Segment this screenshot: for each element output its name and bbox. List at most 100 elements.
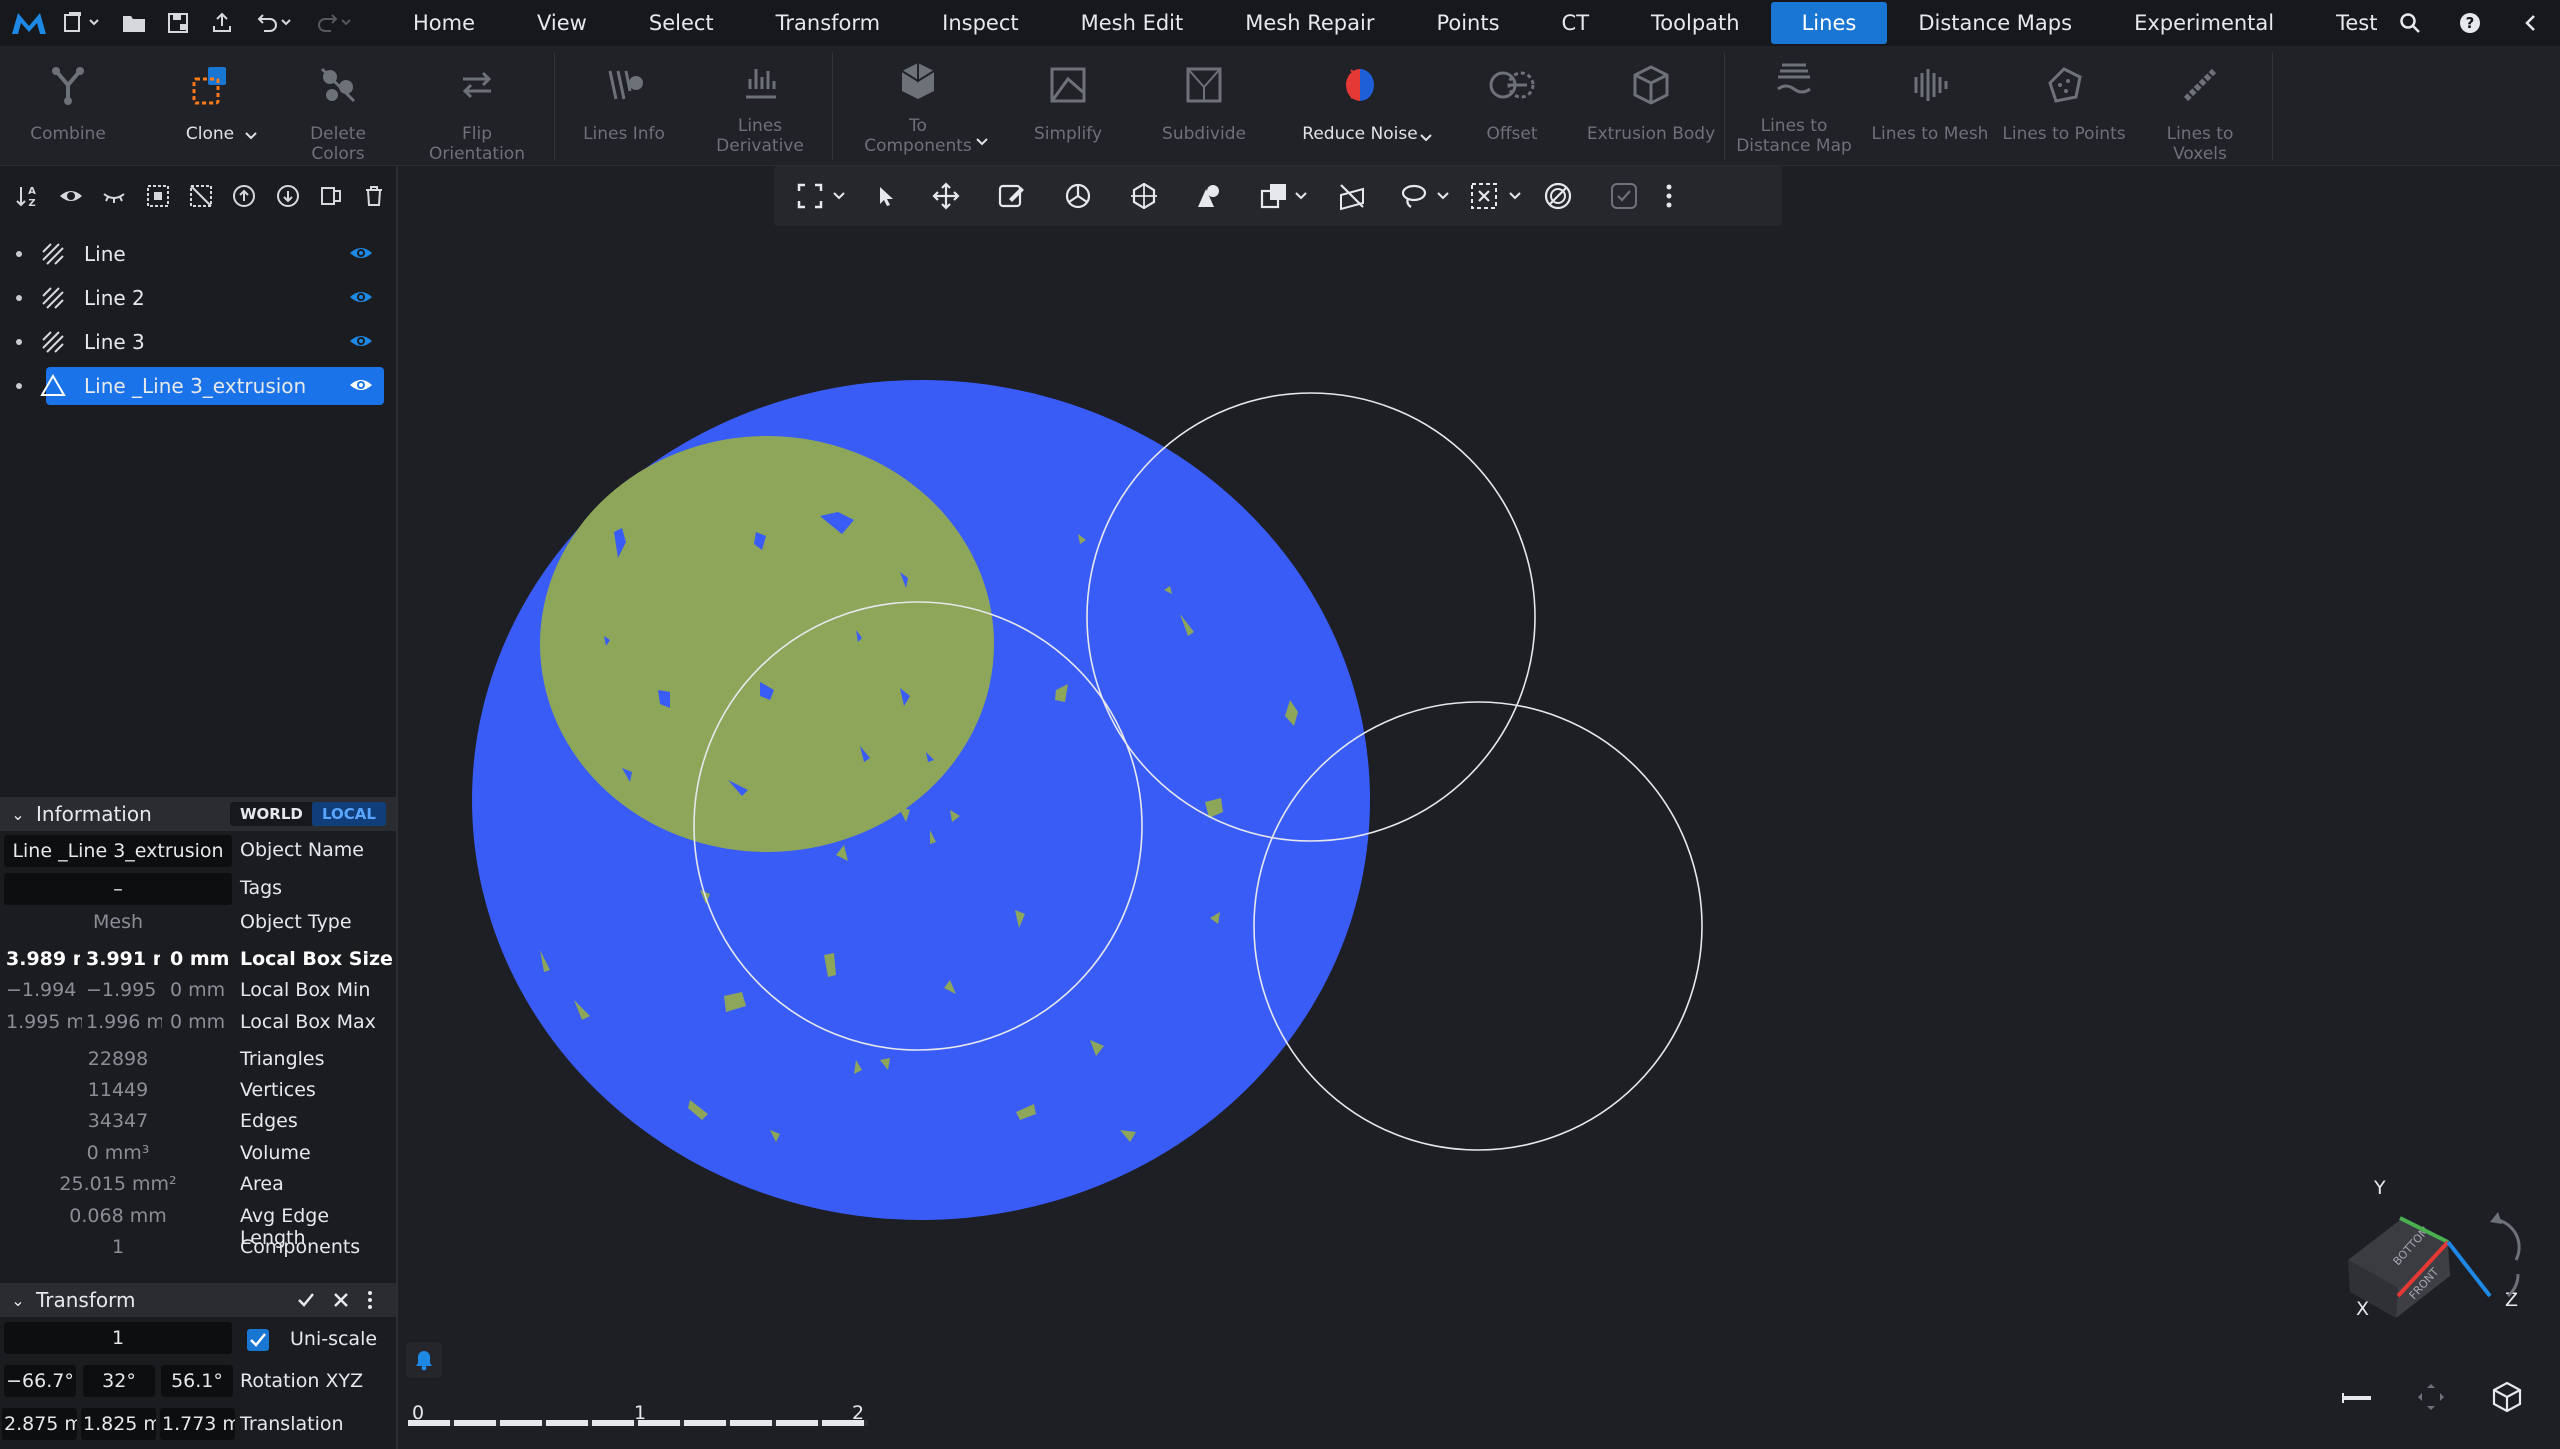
new-scene-icon[interactable] xyxy=(52,0,112,46)
reduce-noise-dropdown-icon[interactable] xyxy=(1418,130,1434,150)
box-deselect-dropdown-icon[interactable] xyxy=(1504,166,1526,226)
fit-selection-icon[interactable] xyxy=(2414,1380,2448,1414)
flip-orientation-button[interactable]: Flip Orientation xyxy=(412,46,542,166)
view-cube-icon[interactable] xyxy=(2490,1380,2524,1414)
move-down-icon[interactable] xyxy=(266,166,309,226)
simplify-button[interactable]: Simplify xyxy=(1018,46,1118,166)
open-folder-icon[interactable] xyxy=(112,0,156,46)
delete-trash-icon[interactable] xyxy=(353,166,396,226)
rotate-view-icon[interactable] xyxy=(1058,166,1098,226)
to-components-button[interactable]: To Components xyxy=(858,46,978,166)
scene-tree-item-line-line-3-extrusion[interactable]: Line _Line 3_extrusion xyxy=(0,364,396,408)
paint-selection-icon[interactable] xyxy=(992,166,1032,226)
scene-tree-item-line-3[interactable]: Line 3 xyxy=(0,320,396,364)
visibility-eye-icon[interactable] xyxy=(348,242,374,264)
extrusion-body-button[interactable]: Extrusion Body xyxy=(1586,46,1716,166)
world-toggle[interactable]: WORLD xyxy=(230,802,313,826)
menu-ct[interactable]: CT xyxy=(1531,0,1621,46)
box-deselect-icon[interactable] xyxy=(1464,166,1504,226)
menu-transform[interactable]: Transform xyxy=(745,0,911,46)
visibility-eye-icon[interactable] xyxy=(348,330,374,352)
menu-experimental[interactable]: Experimental xyxy=(2103,0,2305,46)
chevron-down-icon[interactable]: ⌄ xyxy=(0,805,36,824)
lines-info-button[interactable]: Lines Info xyxy=(574,46,674,166)
menu-home[interactable]: Home xyxy=(382,0,506,46)
show-all-eye-icon[interactable] xyxy=(49,166,92,226)
select-pointer-icon[interactable] xyxy=(868,166,904,226)
ruler-icon[interactable] xyxy=(2340,1388,2374,1408)
select-all-icon[interactable] xyxy=(136,166,179,226)
scene-tree-item-line-2[interactable]: Line 2 xyxy=(0,276,396,320)
fit-view-dropdown-icon[interactable] xyxy=(828,166,850,226)
clone-button[interactable]: Clone xyxy=(160,46,260,166)
projection-dropdown-icon[interactable] xyxy=(1290,166,1312,226)
translation-x-input[interactable]: 2.875 mm xyxy=(2,1408,77,1440)
menu-inspect[interactable]: Inspect xyxy=(911,0,1049,46)
menu-mesh-repair[interactable]: Mesh Repair xyxy=(1214,0,1405,46)
reduce-noise-button[interactable]: Reduce Noise xyxy=(1300,46,1420,166)
redo-icon[interactable] xyxy=(304,0,364,46)
orbit-view-icon[interactable] xyxy=(1124,166,1164,226)
menu-select[interactable]: Select xyxy=(618,0,745,46)
help-icon[interactable]: ? xyxy=(2440,0,2500,46)
search-icon[interactable] xyxy=(2380,0,2440,46)
deselect-all-icon[interactable] xyxy=(179,166,222,226)
lines-to-points-button[interactable]: Lines to Points xyxy=(2002,46,2126,166)
save-icon[interactable] xyxy=(156,0,200,46)
menu-view[interactable]: View xyxy=(506,0,618,46)
menu-points[interactable]: Points xyxy=(1405,0,1530,46)
uniscale-checkbox[interactable] xyxy=(246,1328,270,1352)
lines-derivative-button[interactable]: Lines Derivative xyxy=(710,46,810,166)
lines-to-mesh-button[interactable]: Lines to Mesh xyxy=(1870,46,1990,166)
app-logo-icon[interactable] xyxy=(6,0,52,46)
information-header[interactable]: ⌄ Information WORLD LOCAL xyxy=(0,797,396,831)
clone-dropdown-icon[interactable] xyxy=(243,128,259,148)
duplicate-icon[interactable] xyxy=(309,166,352,226)
reset-x-icon[interactable] xyxy=(332,1291,350,1309)
lasso-dropdown-icon[interactable] xyxy=(1432,166,1454,226)
combine-button[interactable]: Combine xyxy=(18,46,118,166)
apply-check-icon[interactable] xyxy=(296,1291,316,1309)
visibility-eye-icon[interactable] xyxy=(348,286,374,308)
delete-colors-button[interactable]: Delete Colors xyxy=(283,46,393,166)
notifications-button[interactable] xyxy=(406,1342,442,1378)
fit-view-icon[interactable] xyxy=(792,166,828,226)
lines-to-distance-map-button[interactable]: Lines to Distance Map xyxy=(1734,46,1854,166)
sort-az-icon[interactable]: AZ xyxy=(6,166,49,226)
chevron-down-icon[interactable]: ⌄ xyxy=(0,1291,36,1310)
projection-mode-icon[interactable] xyxy=(1254,166,1294,226)
clear-selection-icon[interactable] xyxy=(1538,166,1578,226)
visibility-eye-icon[interactable] xyxy=(348,374,374,396)
viewport-more-icon[interactable] xyxy=(1654,166,1684,226)
rotation-y-input[interactable]: 32° xyxy=(83,1365,155,1397)
scale-input[interactable]: 1 xyxy=(4,1322,232,1354)
more-options-icon[interactable] xyxy=(366,1290,374,1310)
hide-faces-icon[interactable] xyxy=(1332,166,1372,226)
collapse-chevron-icon[interactable] xyxy=(2500,0,2560,46)
menu-mesh-edit[interactable]: Mesh Edit xyxy=(1050,0,1215,46)
translation-z-input[interactable]: 1.773 mm xyxy=(160,1408,235,1440)
rotation-x-input[interactable]: −66.7° xyxy=(4,1365,76,1397)
move-arrows-icon[interactable] xyxy=(926,166,966,226)
menu-toolpath[interactable]: Toolpath xyxy=(1620,0,1771,46)
export-icon[interactable] xyxy=(200,0,244,46)
to-components-dropdown-icon[interactable] xyxy=(974,134,990,154)
material-view-icon[interactable] xyxy=(1188,166,1228,226)
subdivide-button[interactable]: Subdivide xyxy=(1154,46,1254,166)
transform-header[interactable]: ⌄ Transform xyxy=(0,1283,396,1317)
lasso-select-icon[interactable] xyxy=(1394,166,1434,226)
local-toggle[interactable]: LOCAL xyxy=(312,802,386,826)
offset-button[interactable]: Offset xyxy=(1462,46,1562,166)
gizmo-rotate-cw-icon[interactable] xyxy=(2497,1218,2521,1261)
undo-icon[interactable] xyxy=(244,0,304,46)
orientation-gizmo[interactable]: BOTTOM FRONT Y X Z xyxy=(2330,1170,2540,1330)
rotation-z-input[interactable]: 56.1° xyxy=(161,1365,233,1397)
move-up-icon[interactable] xyxy=(223,166,266,226)
translation-y-input[interactable]: 1.825 mm xyxy=(81,1408,156,1440)
lines-to-voxels-button[interactable]: Lines to Voxels xyxy=(2138,46,2262,166)
menu-lines[interactable]: Lines xyxy=(1770,2,1888,44)
menu-distance-maps[interactable]: Distance Maps xyxy=(1887,0,2103,46)
confirm-check-icon[interactable] xyxy=(1604,166,1644,226)
3d-viewport[interactable] xyxy=(400,226,2560,1449)
scene-tree-item-line[interactable]: Line xyxy=(0,232,396,276)
